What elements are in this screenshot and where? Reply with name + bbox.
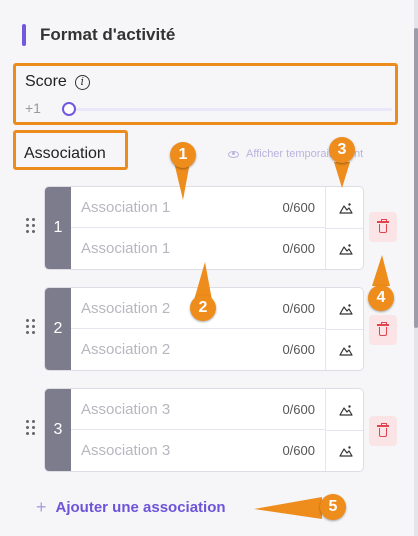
association-index: 1	[45, 187, 71, 269]
association-card: 3 Association 3 0/600 Association 3 0/60…	[44, 388, 364, 472]
association-right-placeholder: Association 3	[81, 442, 171, 459]
score-slider-track[interactable]	[66, 108, 392, 111]
association-right-input[interactable]: Association 2 0/600	[71, 329, 325, 370]
drag-handle-icon[interactable]	[26, 319, 36, 335]
association-right-input[interactable]: Association 3 0/600	[71, 430, 325, 471]
add-association-button[interactable]: + Ajouter une association	[36, 498, 226, 516]
callout-5-pointer	[254, 497, 322, 519]
trash-icon	[377, 219, 389, 233]
association-left-input[interactable]: Association 3 0/600	[71, 389, 325, 430]
score-value: +1	[25, 100, 41, 116]
info-icon[interactable]: i	[74, 74, 90, 90]
image-icon	[338, 202, 353, 214]
association-left-placeholder: Association 1	[81, 198, 171, 216]
delete-association-button[interactable]	[369, 212, 397, 242]
scrollbar-thumb[interactable]	[414, 28, 418, 328]
drag-handle-icon[interactable]	[26, 420, 36, 436]
callout-badge: 2	[190, 295, 216, 321]
add-image-button[interactable]	[325, 288, 363, 330]
eye-icon	[228, 150, 239, 158]
association-right-input[interactable]: Association 1 0/600	[71, 228, 325, 269]
character-counter: 0/600	[282, 300, 315, 316]
association-row: 3 Association 3 0/600 Association 3 0/60…	[0, 388, 418, 472]
callout-badge: 1	[170, 142, 196, 168]
association-index: 2	[45, 288, 71, 370]
image-icon	[338, 303, 353, 315]
image-icon	[338, 344, 353, 356]
section-header: Format d'activité	[22, 22, 175, 48]
add-image-button[interactable]	[325, 187, 363, 229]
callout-3-pointer	[334, 162, 350, 188]
add-image-button[interactable]	[325, 430, 363, 471]
callout-badge: 5	[320, 494, 346, 520]
association-left-placeholder: Association 2	[81, 299, 171, 317]
callout-badge: 3	[329, 137, 355, 163]
character-counter: 0/600	[282, 199, 315, 215]
association-left-placeholder: Association 3	[81, 400, 171, 418]
drag-handle-icon[interactable]	[26, 218, 36, 234]
association-right-placeholder: Association 1	[81, 240, 171, 257]
association-heading: Association	[13, 130, 128, 170]
association-row: 1 Association 1 0/600 Association 1 0/60…	[0, 186, 418, 270]
delete-association-button[interactable]	[369, 416, 397, 446]
character-counter: 0/600	[282, 241, 315, 256]
character-counter: 0/600	[282, 401, 315, 417]
add-association-label: Ajouter une association	[55, 498, 226, 516]
score-panel: Score i +1	[13, 63, 398, 125]
association-left-input[interactable]: Association 1 0/600	[71, 187, 325, 228]
image-icon	[338, 445, 353, 457]
add-image-button[interactable]	[325, 389, 363, 431]
add-image-button[interactable]	[325, 228, 363, 269]
association-right-placeholder: Association 2	[81, 341, 171, 358]
score-label-row: Score i	[25, 73, 90, 91]
section-accent-bar	[22, 24, 26, 46]
callout-badge: 4	[368, 285, 394, 311]
trash-icon	[377, 423, 389, 437]
section-title: Format d'activité	[40, 25, 176, 44]
association-index: 3	[45, 389, 71, 471]
score-slider-thumb[interactable]	[62, 102, 76, 116]
image-icon	[338, 404, 353, 416]
delete-association-button[interactable]	[369, 315, 397, 345]
character-counter: 0/600	[282, 443, 315, 458]
plus-icon: +	[36, 497, 47, 517]
trash-icon	[377, 322, 389, 336]
image-icon	[338, 243, 353, 255]
association-card: 1 Association 1 0/600 Association 1 0/60…	[44, 186, 364, 270]
character-counter: 0/600	[282, 342, 315, 357]
score-label: Score	[25, 73, 67, 90]
add-image-button[interactable]	[325, 329, 363, 370]
